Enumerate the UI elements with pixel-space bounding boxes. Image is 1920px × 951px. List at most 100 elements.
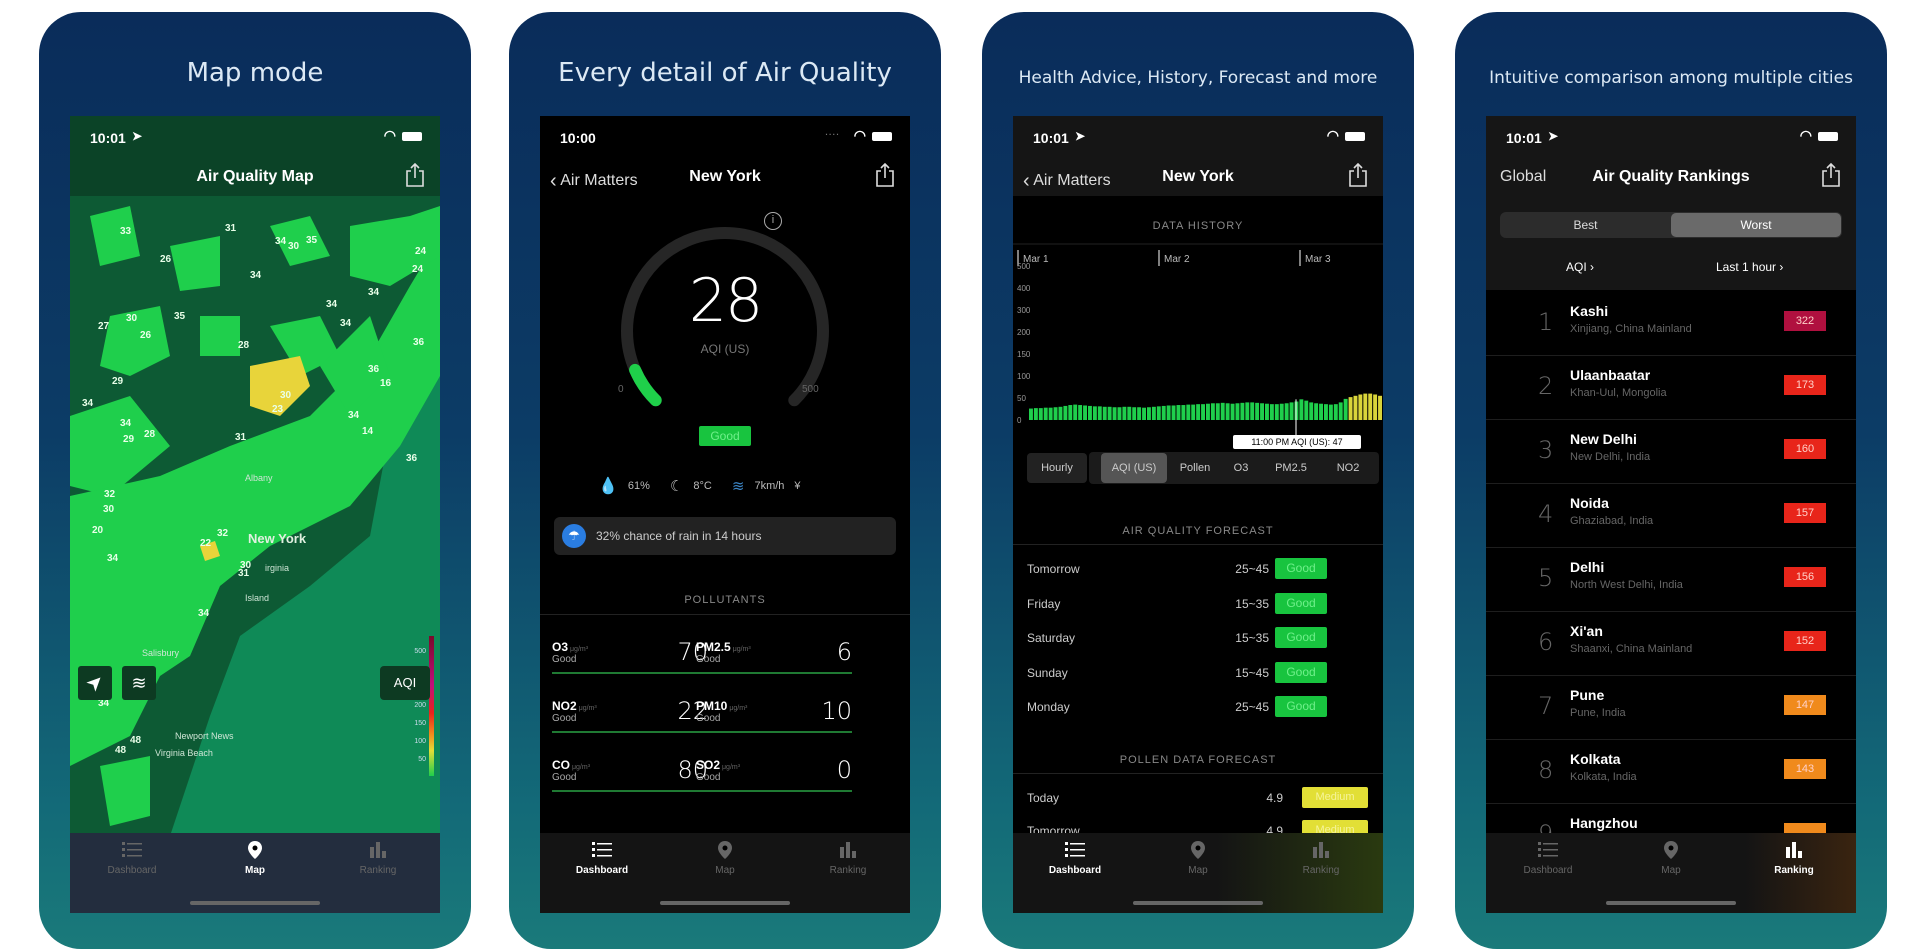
segment-worst[interactable]: Worst <box>1671 213 1841 237</box>
history-bar[interactable] <box>1151 406 1156 420</box>
history-bar[interactable] <box>1240 402 1245 420</box>
aqi-marker[interactable]: 26 <box>160 254 172 265</box>
history-bar[interactable] <box>1073 404 1078 420</box>
aqi-marker[interactable]: 33 <box>120 226 132 237</box>
filter-tab-o3[interactable]: O3 <box>1223 453 1259 483</box>
history-bar[interactable] <box>1289 402 1294 420</box>
history-bar[interactable] <box>1117 407 1122 420</box>
aqi-marker[interactable]: 24 <box>415 246 427 257</box>
aqi-marker[interactable]: 34 <box>120 418 132 429</box>
aqi-marker[interactable]: 34 <box>275 236 287 247</box>
history-bar[interactable] <box>1048 407 1053 420</box>
history-bar[interactable] <box>1255 402 1260 420</box>
aqi-marker[interactable]: 34 <box>250 270 262 281</box>
history-bar[interactable] <box>1053 407 1058 420</box>
share-icon[interactable] <box>874 162 896 188</box>
history-bar[interactable] <box>1343 398 1348 420</box>
segment-best[interactable]: Best <box>1500 212 1671 238</box>
aqi-marker[interactable]: 48 <box>115 745 127 756</box>
aqi-marker[interactable]: 30 <box>288 241 300 252</box>
aqi-marker[interactable]: 35 <box>174 311 186 322</box>
aqi-marker[interactable]: 22 <box>200 538 212 549</box>
tab-dashboard[interactable]: Dashboard <box>72 841 192 876</box>
history-bar[interactable] <box>1338 402 1343 420</box>
aqi-marker[interactable]: 34 <box>368 287 380 298</box>
history-bar[interactable] <box>1176 405 1181 420</box>
aqi-marker[interactable]: 36 <box>406 453 418 464</box>
aqi-marker[interactable]: 34 <box>348 410 360 421</box>
tab-dashboard[interactable]: Dashboard <box>1488 841 1608 876</box>
history-bar[interactable] <box>1210 403 1215 420</box>
history-bar[interactable] <box>1181 405 1186 420</box>
tab-map[interactable]: Map <box>1611 841 1731 876</box>
share-icon[interactable] <box>1347 162 1369 188</box>
aqi-marker[interactable]: 24 <box>412 264 424 275</box>
aqi-marker[interactable]: 34 <box>326 299 338 310</box>
history-bar[interactable] <box>1186 404 1191 420</box>
rain-alert-card[interactable]: ☂ 32% chance of rain in 14 hours <box>554 517 896 555</box>
share-icon[interactable] <box>1820 162 1842 188</box>
ranking-row[interactable]: 6 Xi'an Shaanxi, China Mainland 152 <box>1486 612 1856 676</box>
filter-tab-pollen[interactable]: Pollen <box>1169 453 1221 483</box>
aqi-marker[interactable]: 34 <box>107 553 119 564</box>
ranking-row[interactable]: 3 New Delhi New Delhi, India 160 <box>1486 420 1856 484</box>
history-bar[interactable] <box>1043 407 1048 420</box>
ranking-row[interactable]: 7 Pune Pune, India 147 <box>1486 676 1856 740</box>
history-bar[interactable] <box>1068 405 1073 420</box>
aqi-marker[interactable]: 32 <box>217 528 229 539</box>
layers-button[interactable]: ≋ <box>122 666 156 700</box>
history-bar[interactable] <box>1358 394 1363 420</box>
ranking-row[interactable]: 2 Ulaanbaatar Khan-Uul, Mongolia 173 <box>1486 356 1856 420</box>
filter-tab-aqius[interactable]: AQI (US) <box>1101 453 1167 483</box>
history-bar[interactable] <box>1230 403 1235 420</box>
history-bar[interactable] <box>1191 404 1196 420</box>
aqi-marker[interactable]: 26 <box>140 330 152 341</box>
history-bar[interactable] <box>1353 395 1358 420</box>
history-bar[interactable] <box>1324 404 1328 420</box>
history-bar[interactable] <box>1161 405 1166 420</box>
history-bar[interactable] <box>1201 404 1205 420</box>
aqi-marker[interactable]: 34 <box>198 608 210 619</box>
history-bar[interactable] <box>1033 408 1038 420</box>
aqi-marker[interactable]: 31 <box>235 432 247 443</box>
aqi-marker[interactable]: 20 <box>92 525 104 536</box>
pollutant-pm25[interactable]: PM2.5 μg/m³ Good 6 <box>696 636 852 676</box>
history-bar[interactable] <box>1171 405 1176 420</box>
history-bar[interactable] <box>1058 406 1063 420</box>
history-bar[interactable] <box>1284 403 1289 420</box>
history-bar[interactable] <box>1319 403 1323 420</box>
history-bar[interactable] <box>1304 400 1309 420</box>
history-bar[interactable] <box>1348 397 1353 420</box>
aqi-marker[interactable]: 14 <box>362 426 374 437</box>
history-bar[interactable] <box>1279 403 1284 420</box>
history-bar[interactable] <box>1265 403 1269 420</box>
ranking-row[interactable]: 8 Kolkata Kolkata, India 143 <box>1486 740 1856 804</box>
history-bar[interactable] <box>1122 406 1127 420</box>
pollutant-so2[interactable]: SO2 μg/m³ Good 0 <box>696 754 852 794</box>
tab-ranking[interactable]: Ranking <box>788 841 908 876</box>
history-bar[interactable] <box>1127 406 1132 420</box>
history-bar[interactable] <box>1220 402 1225 420</box>
history-bar[interactable] <box>1299 399 1304 420</box>
history-bar[interactable] <box>1378 395 1382 420</box>
history-bar[interactable] <box>1107 406 1112 420</box>
metric-selector[interactable]: AQI › <box>1566 260 1594 274</box>
history-bar[interactable] <box>1088 405 1092 420</box>
air-quality-map[interactable]: 33 3134 3035352634343434242430273026362829… <box>70 116 440 913</box>
aqi-marker[interactable]: 36 <box>368 364 380 375</box>
history-bar[interactable] <box>1196 404 1201 420</box>
history-bar[interactable] <box>1029 408 1033 420</box>
history-bar[interactable] <box>1102 406 1107 420</box>
ranking-row[interactable]: 5 Delhi North West Delhi, India 156 <box>1486 548 1856 612</box>
history-bar[interactable] <box>1112 407 1117 420</box>
history-bar[interactable] <box>1309 402 1314 420</box>
pollutant-no2[interactable]: NO2 μg/m³ Good 22 <box>552 695 708 735</box>
history-bar[interactable] <box>1038 408 1043 420</box>
aqi-marker[interactable]: 34 <box>340 318 352 329</box>
history-bar[interactable] <box>1078 405 1083 420</box>
history-bar[interactable] <box>1092 406 1097 420</box>
aqi-toggle-button[interactable]: AQI <box>380 666 430 700</box>
history-bar[interactable] <box>1142 407 1146 420</box>
aqi-marker[interactable]: 32 <box>104 489 116 500</box>
aqi-marker[interactable]: 16 <box>380 378 392 389</box>
